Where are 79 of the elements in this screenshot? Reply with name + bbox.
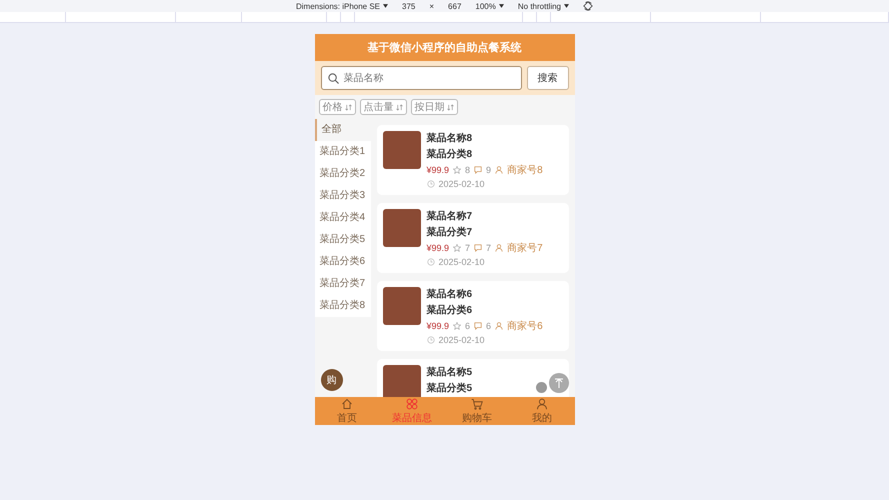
- dish-price: ¥99.9: [426, 321, 450, 331]
- category-item[interactable]: 菜品分类1: [314, 141, 370, 163]
- dish-name: 菜品名称5: [426, 366, 472, 379]
- category-item[interactable]: 菜品分类8: [314, 295, 370, 317]
- dish-date: 2025-02-10: [438, 257, 485, 267]
- like-count: 7: [465, 243, 470, 253]
- category-item[interactable]: 菜品分类6: [314, 251, 370, 273]
- dish-price: ¥99.9: [426, 243, 450, 253]
- category-item[interactable]: 菜品分类5: [314, 229, 370, 251]
- dish-name: 菜品名称7: [426, 210, 474, 223]
- dish-card[interactable]: 菜品名称8 菜品分类8 ¥99.9 8 9 商家号8 2025-02-10: [376, 125, 568, 195]
- dish-name: 菜品名称6: [426, 288, 474, 301]
- photo-placeholder: [382, 209, 420, 247]
- height-value[interactable]: 667: [448, 2, 462, 10]
- sort-button[interactable]: 价格: [318, 99, 356, 115]
- clock-icon: [426, 180, 434, 188]
- dish-card[interactable]: 菜品名称7 菜品分类7 ¥99.9 7 7 商家号7 2025-02-10: [376, 203, 568, 273]
- comment-count: 6: [486, 321, 492, 331]
- star-icon: [453, 322, 462, 330]
- sort-button[interactable]: 点击量: [360, 99, 406, 115]
- caret-icon: [498, 4, 504, 8]
- search-button[interactable]: 搜索: [526, 66, 568, 90]
- cart-float-button[interactable]: 购: [320, 369, 342, 391]
- photo-placeholder: [382, 131, 420, 169]
- dish-category: 菜品分类8: [426, 148, 474, 161]
- zoom-dropdown[interactable]: 100%: [475, 2, 504, 10]
- caret-icon: [564, 4, 570, 8]
- dish-card[interactable]: 菜品名称5 菜品分类5: [376, 359, 568, 397]
- clock-icon: [426, 258, 434, 266]
- tab-item[interactable]: 首页: [314, 397, 380, 425]
- merchant-name: 商家号6: [507, 320, 543, 333]
- sort-icon: [344, 104, 352, 110]
- comment-count: 9: [486, 165, 492, 175]
- device-dropdown[interactable]: Dimensions: iPhone SE: [296, 2, 388, 10]
- like-count: 8: [465, 165, 470, 175]
- like-count: 6: [465, 321, 470, 331]
- dish-price: ¥99.9: [426, 165, 450, 175]
- app-title: 基于微信小程序的自助点餐系统: [314, 34, 574, 61]
- comment-icon: [474, 322, 482, 330]
- user-icon: [495, 322, 504, 330]
- throttling-dropdown[interactable]: No throttling: [518, 2, 570, 10]
- tab-item[interactable]: 购物车: [444, 397, 510, 425]
- star-icon: [453, 166, 462, 174]
- width-value[interactable]: 375: [402, 2, 416, 10]
- photo-placeholder: [382, 287, 420, 325]
- user-icon: [495, 166, 504, 174]
- category-item[interactable]: 菜品分类4: [314, 207, 370, 229]
- grid-icon: [406, 398, 418, 410]
- category-item[interactable]: 菜品分类7: [314, 273, 370, 295]
- caret-icon: [383, 4, 388, 8]
- tab-item[interactable]: 我的: [510, 397, 574, 425]
- dish-category: 菜品分类7: [426, 226, 474, 239]
- times-sign: ×: [429, 2, 434, 10]
- comment-count: 7: [486, 243, 492, 253]
- category-item[interactable]: 菜品分类3: [314, 185, 370, 207]
- dish-date: 2025-02-10: [438, 179, 485, 189]
- user-icon: [536, 398, 548, 410]
- merchant-name: 商家号7: [507, 242, 543, 255]
- dish-card[interactable]: 菜品名称6 菜品分类6 ¥99.9 6 6 商家号6 2025-02-10: [376, 281, 568, 351]
- dish-date: 2025-02-10: [438, 335, 485, 345]
- sort-icon: [446, 104, 454, 110]
- search-icon: [328, 72, 338, 84]
- clock-icon: [426, 336, 434, 344]
- comment-icon: [474, 244, 482, 252]
- comment-icon: [474, 166, 482, 174]
- merchant-name: 商家号8: [507, 164, 543, 177]
- category-item[interactable]: 菜品分类2: [314, 163, 370, 185]
- dish-name: 菜品名称8: [426, 132, 474, 145]
- star-icon: [453, 244, 462, 252]
- photo-placeholder: [382, 365, 420, 397]
- search-field[interactable]: 菜品名称: [320, 66, 522, 90]
- home-icon: [341, 398, 353, 410]
- dish-category: 菜品分类5: [426, 382, 472, 395]
- sort-button[interactable]: 按日期: [410, 99, 458, 115]
- cart-icon: [471, 398, 483, 410]
- dish-category: 菜品分类6: [426, 304, 474, 317]
- user-icon: [495, 244, 504, 252]
- sort-icon: [396, 104, 402, 110]
- rotate-icon[interactable]: [583, 1, 594, 11]
